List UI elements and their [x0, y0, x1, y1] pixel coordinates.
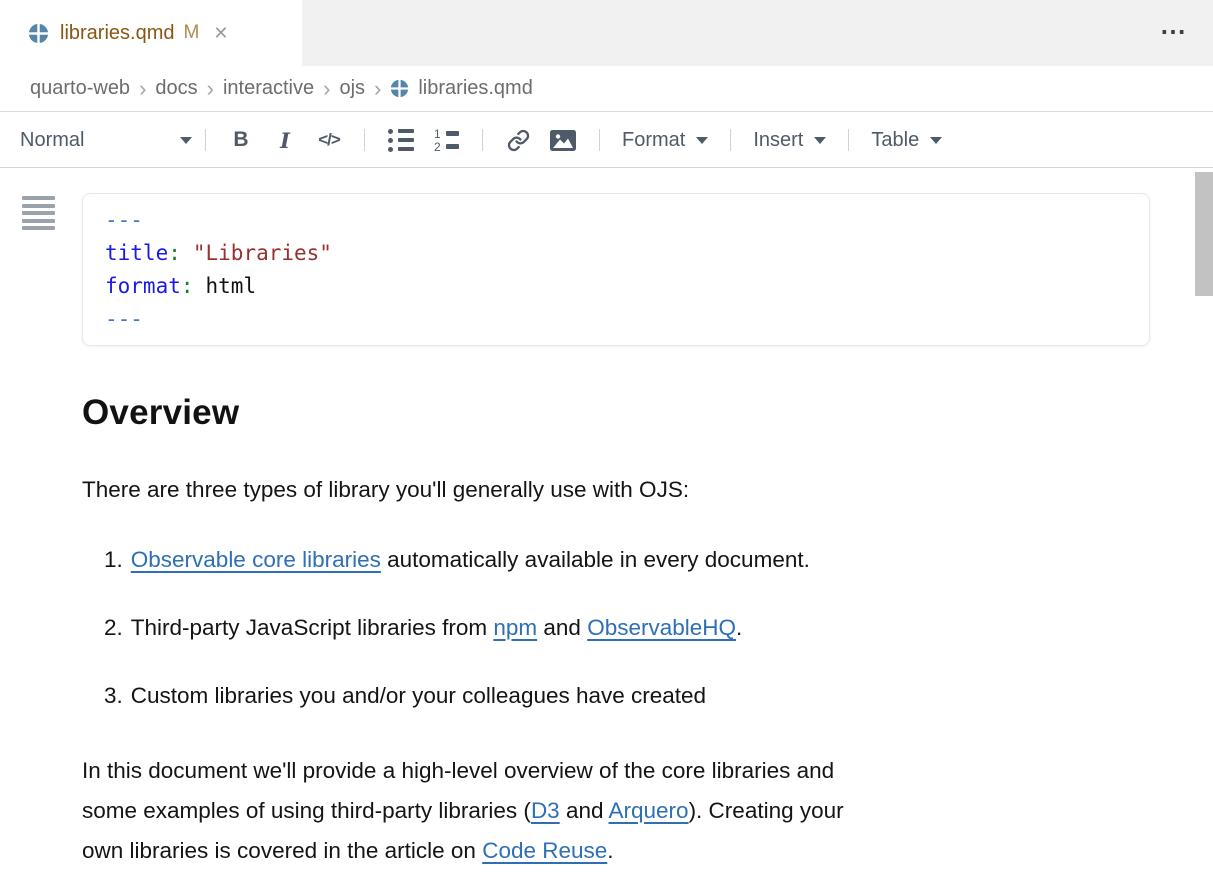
list-item-text: . [736, 615, 742, 640]
quarto-icon [390, 79, 409, 98]
yaml-delimiter: --- [105, 204, 1127, 237]
link-button[interactable] [506, 129, 530, 152]
table-menu[interactable]: Table [871, 129, 942, 152]
chevron-right-icon: › [139, 78, 146, 100]
chevron-right-icon: › [323, 78, 330, 100]
format-menu[interactable]: Format [622, 129, 708, 152]
bulleted-list-button[interactable] [388, 129, 414, 152]
breadcrumb-item-file[interactable]: libraries.qmd [390, 77, 532, 100]
italic-icon: I [280, 128, 290, 153]
list-item-text: and [537, 615, 587, 640]
tab-title: libraries.qmd [60, 22, 174, 45]
breadcrumb: quarto-web › docs › interactive › ojs › … [0, 66, 1213, 112]
formatting-toolbar: Normal B I </> 1 2 [0, 113, 1213, 168]
closing-paragraph: In this document we'll provide a high-le… [82, 751, 1097, 871]
chevron-right-icon: › [374, 78, 381, 100]
toolbar-divider [205, 129, 206, 151]
chevron-down-icon [696, 137, 708, 144]
chevron-right-icon: › [207, 78, 214, 100]
page-title: Overview [82, 393, 1097, 433]
list-number: 3. [104, 683, 123, 708]
code-reuse-link[interactable]: Code Reuse [482, 838, 607, 863]
bold-button[interactable]: B [229, 128, 253, 152]
observable-core-libraries-link[interactable]: Observable core libraries [131, 547, 381, 572]
toolbar-divider [730, 129, 731, 151]
image-button[interactable] [550, 130, 576, 151]
editor-window: libraries.qmd M ✕ ⋯ quarto-web › docs › … [0, 0, 1213, 889]
image-icon [550, 130, 576, 151]
modified-badge: M [183, 22, 199, 44]
bulleted-list-icon [388, 129, 414, 152]
breadcrumb-item-docs[interactable]: docs [155, 77, 197, 100]
code-icon: </> [318, 130, 340, 150]
chevron-down-icon [814, 137, 826, 144]
code-button[interactable]: </> [317, 130, 341, 150]
list-number: 2. [104, 615, 123, 640]
yaml-delimiter: --- [105, 303, 1127, 336]
format-menu-label: Format [622, 129, 685, 152]
more-actions-icon[interactable]: ⋯ [1160, 16, 1187, 47]
document-body: Overview There are three types of librar… [82, 393, 1097, 871]
paragraph-style-value: Normal [20, 129, 84, 152]
breadcrumb-item-ojs[interactable]: ojs [339, 77, 365, 100]
paragraph-line: own libraries is covered in the article … [82, 831, 1097, 871]
vertical-scrollbar-thumb[interactable] [1195, 172, 1213, 296]
numbered-list-button[interactable]: 1 2 [434, 129, 459, 152]
paragraph-line: In this document we'll provide a high-le… [82, 751, 1097, 791]
chevron-down-icon [180, 137, 192, 144]
link-icon [507, 129, 530, 152]
list-item-text: automatically available in every documen… [381, 547, 810, 572]
italic-button[interactable]: I [273, 128, 297, 153]
yaml-front-matter-block[interactable]: --- title:"Libraries" format:html --- [82, 193, 1150, 346]
list-number: 1. [104, 547, 123, 572]
tab-libraries-qmd[interactable]: libraries.qmd M ✕ [0, 0, 302, 66]
arquero-link[interactable]: Arquero [609, 798, 689, 823]
toolbar-divider [364, 129, 365, 151]
list-item-text: Custom libraries you and/or your colleag… [131, 683, 706, 708]
toolbar-divider [482, 129, 483, 151]
insert-menu-label: Insert [753, 129, 803, 152]
bold-icon: B [233, 128, 248, 152]
observablehq-link[interactable]: ObservableHQ [587, 615, 736, 640]
list-item: 1. Observable core libraries automaticall… [104, 547, 1097, 573]
block-drag-handle-icon[interactable] [22, 196, 55, 234]
toolbar-divider [599, 129, 600, 151]
list-item: 3. Custom libraries you and/or your colle… [104, 683, 1097, 709]
paragraph-line: some examples of using third-party libra… [82, 791, 1097, 831]
breadcrumb-item-quarto-web[interactable]: quarto-web [30, 77, 130, 100]
insert-menu[interactable]: Insert [753, 129, 826, 152]
toolbar-divider [848, 129, 849, 151]
list-item: 2.Third-party JavaScript libraries from … [104, 615, 1097, 641]
editor-content[interactable]: --- title:"Libraries" format:html --- Ov… [0, 169, 1213, 889]
list-item-text: Third-party JavaScript libraries from [131, 615, 494, 640]
quarto-icon [28, 23, 49, 44]
yaml-title-line: title:"Libraries" [105, 237, 1127, 270]
breadcrumb-item-interactive[interactable]: interactive [223, 77, 314, 100]
numbered-list: 1. Observable core libraries automaticall… [82, 547, 1097, 709]
breadcrumb-file-label: libraries.qmd [418, 77, 532, 100]
table-menu-label: Table [871, 129, 919, 152]
chevron-down-icon [930, 137, 942, 144]
numbered-list-icon: 1 2 [434, 129, 459, 152]
intro-paragraph: There are three types of library you'll … [82, 477, 1097, 503]
close-icon[interactable]: ✕ [213, 24, 228, 42]
paragraph-style-dropdown[interactable]: Normal [20, 129, 192, 152]
npm-link[interactable]: npm [493, 615, 537, 640]
yaml-format-line: format:html [105, 270, 1127, 303]
d3-link[interactable]: D3 [531, 798, 560, 823]
tab-bar: libraries.qmd M ✕ ⋯ [0, 0, 1213, 66]
